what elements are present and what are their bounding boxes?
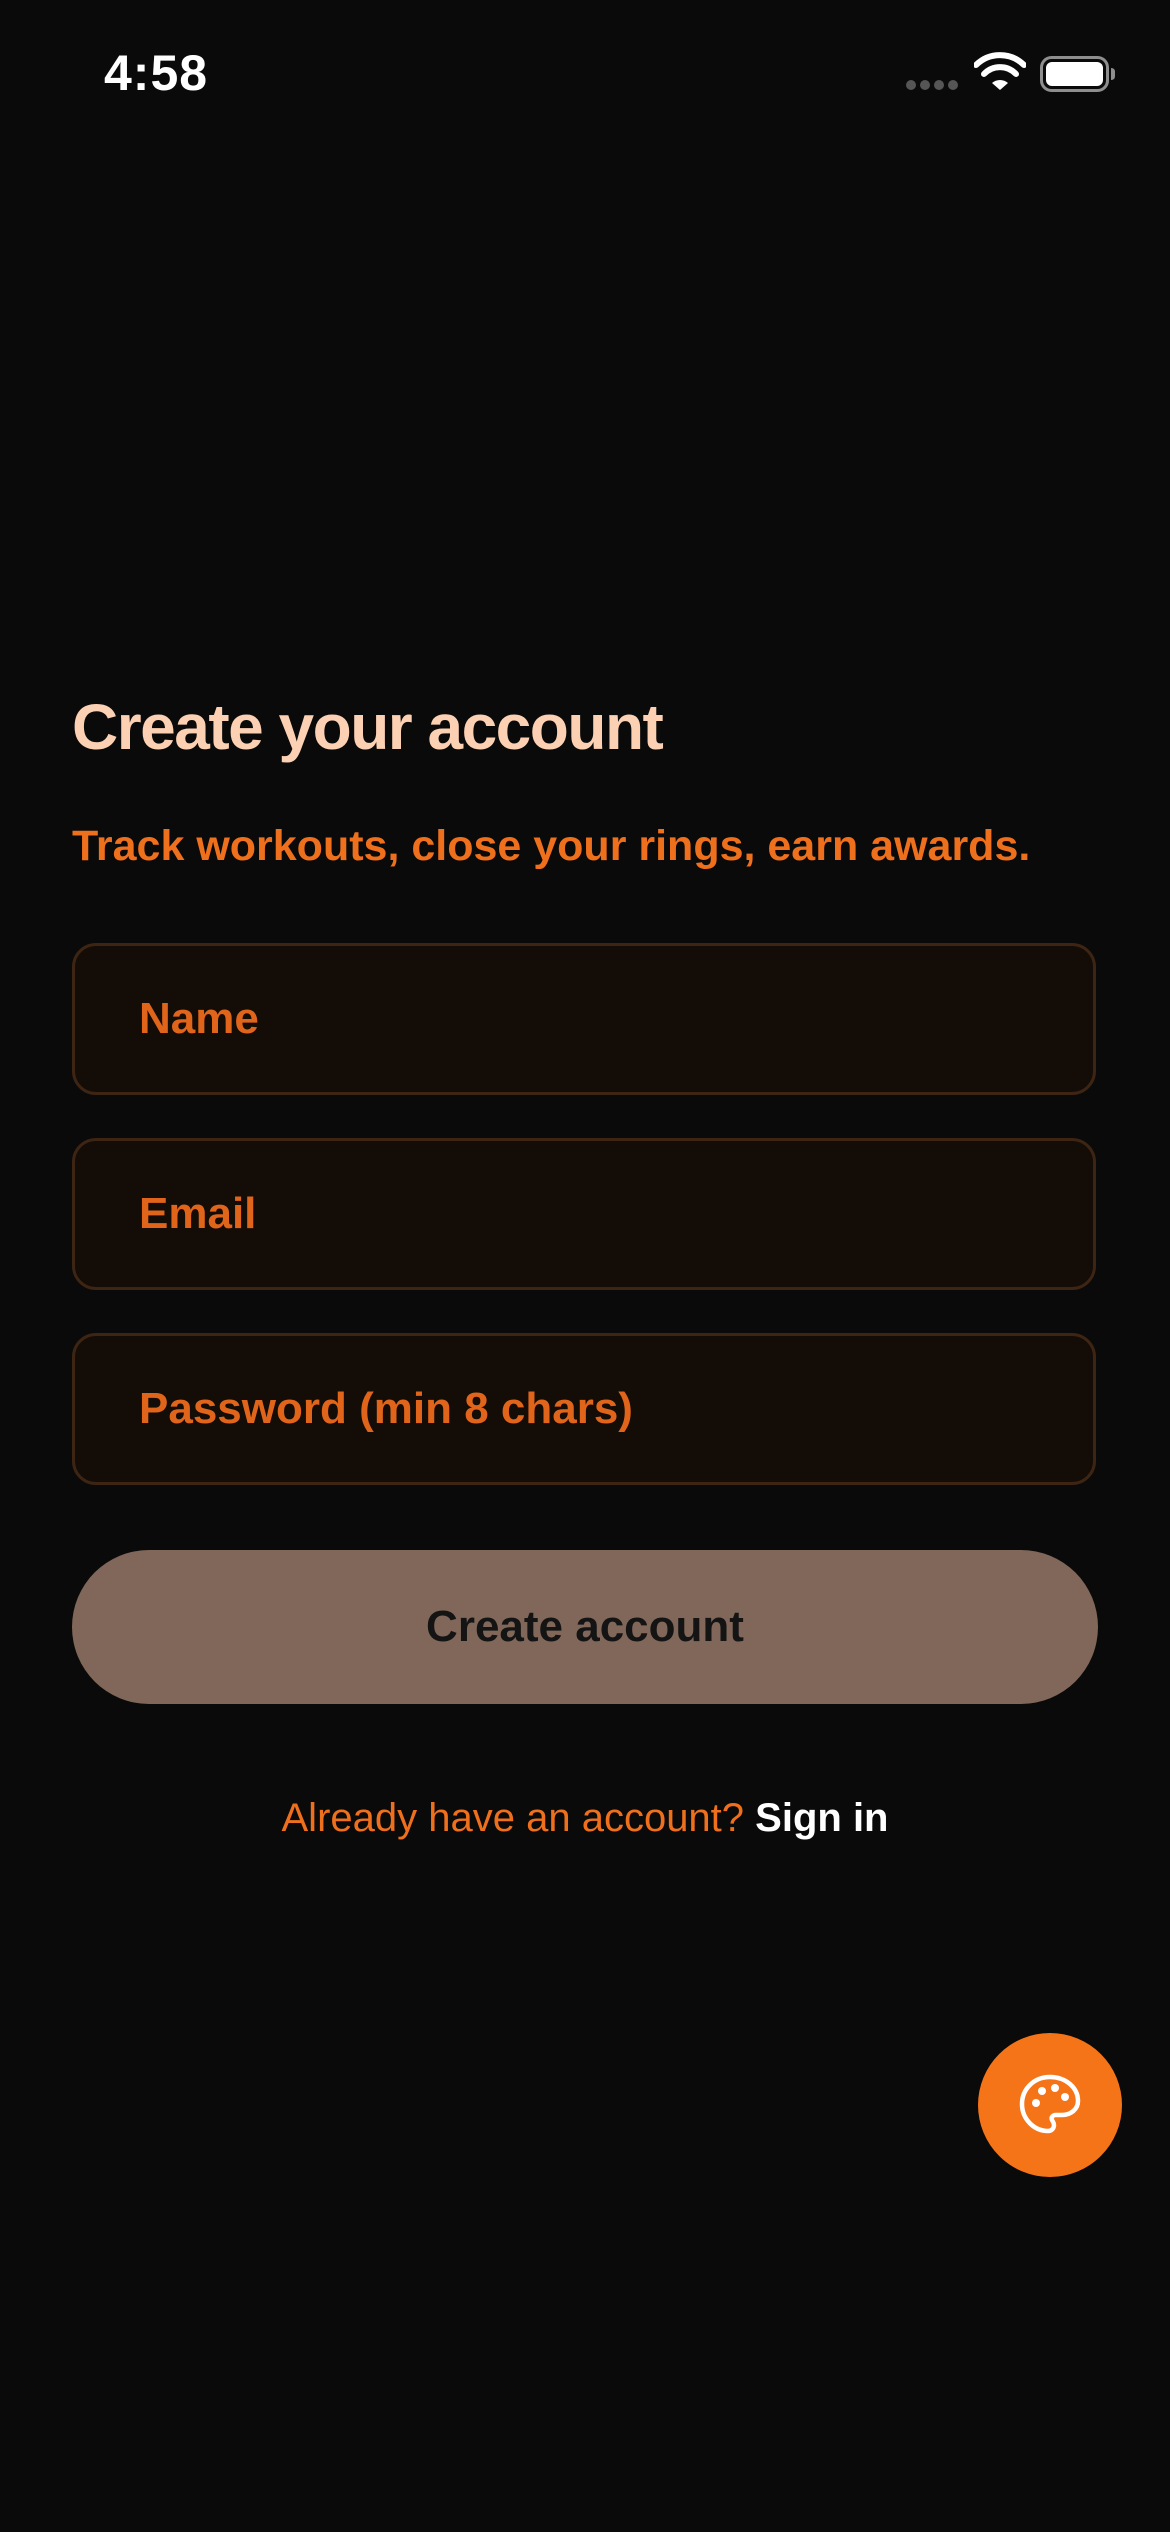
create-account-button[interactable]: Create account bbox=[72, 1550, 1098, 1704]
signin-link[interactable]: Sign in bbox=[755, 1796, 888, 1840]
name-input[interactable] bbox=[139, 946, 1039, 1092]
status-time: 4:58 bbox=[104, 45, 209, 101]
password-input[interactable] bbox=[139, 1336, 1039, 1482]
signal-dots-icon bbox=[906, 80, 960, 90]
status-bar: 4:58 bbox=[0, 0, 1170, 150]
palette-icon bbox=[1019, 2074, 1081, 2134]
signin-row: Already have an account? Sign in bbox=[0, 1796, 1170, 1841]
signin-prompt: Already have an account? bbox=[281, 1796, 745, 1840]
email-input[interactable] bbox=[139, 1141, 1039, 1287]
wifi-icon bbox=[974, 52, 1026, 90]
theme-fab-button[interactable] bbox=[978, 2033, 1122, 2177]
name-field[interactable] bbox=[72, 943, 1096, 1095]
page-subtitle: Track workouts, close your rings, earn a… bbox=[72, 822, 1031, 870]
battery-icon bbox=[1040, 56, 1115, 92]
page-title: Create your account bbox=[72, 691, 664, 763]
email-field[interactable] bbox=[72, 1138, 1096, 1290]
password-field[interactable] bbox=[72, 1333, 1096, 1485]
